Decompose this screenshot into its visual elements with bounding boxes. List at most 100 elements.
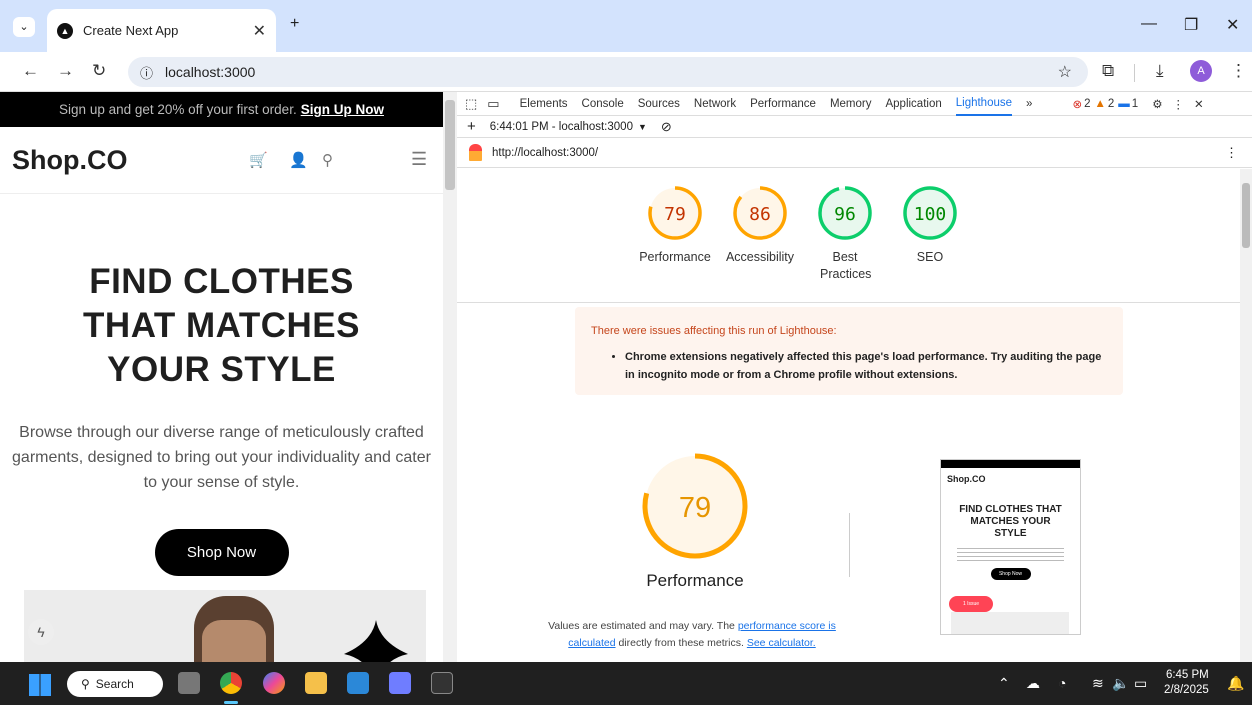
file-explorer-icon[interactable] [305,672,327,694]
hero-line-1: FIND CLOTHES [89,262,354,301]
devtools-scrollbar-thumb[interactable] [1242,183,1250,248]
page-scrollbar[interactable] [443,92,457,662]
inspect-element-icon[interactable]: ⬚ [465,96,477,112]
report-selector[interactable]: 6:44:01 PM - localhost:3000 [490,121,633,133]
device-toolbar-icon[interactable]: ▭ [487,96,499,112]
devtools-tab-bar: ⬚ ▭ Elements Console Sources Network Per… [457,92,1252,116]
tab-performance[interactable]: Performance [750,98,816,110]
webpage-viewport: Sign up and get 20% off your first order… [0,92,443,662]
report-url: http://localhost:3000/ [492,146,599,159]
back-button[interactable]: ← [22,61,39,81]
show-hidden-icons[interactable]: ⌃ [998,675,1010,692]
site-info-icon[interactable]: ⓘ [140,63,153,82]
microsoft-store-icon[interactable] [347,672,369,694]
bookmark-star-icon[interactable]: ☆ [1058,62,1072,82]
error-count: 2 [1084,97,1091,110]
forward-button[interactable]: → [57,61,74,81]
widget-icon[interactable]: ◔ [1058,675,1066,691]
tab-memory[interactable]: Memory [830,98,872,110]
score-label: SEO [916,250,944,264]
hero-line-2: THAT MATCHES [83,306,360,345]
tab-lighthouse[interactable]: Lighthouse [955,92,1013,116]
performance-big-gauge-ring: 79 [642,453,748,559]
tab-search-button[interactable]: ⌄ [13,17,35,37]
performance-note: Values are estimated and may vary. The p… [542,618,842,652]
reload-button[interactable]: ↻ [92,61,106,81]
copilot-icon[interactable] [263,672,285,694]
extensions-icon[interactable]: ⧉ [1102,61,1114,81]
thumb-logo: Shop.CO [947,474,986,484]
user-icon[interactable]: 👤 [289,151,308,169]
task-view-icon[interactable] [178,672,200,694]
new-report-icon[interactable]: + [467,118,476,135]
profile-avatar[interactable]: A [1190,60,1212,82]
taskbar-search-label: Search [95,677,134,691]
address-bar[interactable]: ⓘ localhost:3000 ☆ [128,57,1088,87]
terminal-icon[interactable] [431,672,453,694]
battery-icon[interactable]: ▭ [1134,675,1147,692]
browser-tab[interactable]: ▲ Create Next App ✕ [47,9,276,52]
notification-bell-icon[interactable]: 🔔 [1227,675,1244,692]
shop-now-button[interactable]: Shop Now [154,529,289,576]
perf-note-1: Values are estimated and may vary. The [548,620,735,632]
downloads-icon[interactable]: ⤓ [1156,61,1164,81]
tab-elements[interactable]: Elements [520,98,568,110]
tab-console[interactable]: Console [582,98,624,110]
clock[interactable]: 6:45 PM 2/8/2025 [1164,668,1209,698]
dropdown-arrow-icon[interactable]: ▼ [638,122,647,132]
devtools-scrollbar[interactable] [1240,169,1252,662]
minimize-button[interactable]: — [1141,15,1157,33]
windows-start-icon[interactable] [29,674,51,696]
promo-signup-link[interactable]: Sign Up Now [301,102,384,117]
search-icon[interactable]: ⚲ [322,151,333,169]
page-scrollbar-thumb[interactable] [445,100,455,190]
score-label: Accessibility [725,250,795,264]
score-gauge[interactable]: 86 Accessibility [715,184,805,266]
report-url-bar: http://localhost:3000/ ⋮ [457,138,1252,168]
hero-description: Browse through our diverse range of meti… [12,424,431,491]
score-gauge-ring: 79 [648,186,702,240]
chrome-icon[interactable] [220,672,242,694]
hamburger-menu-icon[interactable]: ☰ [411,149,427,170]
menu-kebab-icon[interactable]: ⋮ [1230,61,1247,81]
warning-heading: There were issues affecting this run of … [591,325,837,337]
restore-button[interactable]: ❐ [1184,15,1198,35]
score-gauge[interactable]: 100 SEO [885,184,975,266]
wifi-icon[interactable]: ≋ [1092,675,1104,692]
report-menu-icon[interactable]: ⋮ [1225,145,1238,161]
hero-heading: FIND CLOTHES THAT MATCHES YOUR STYLE [0,260,443,392]
score-gauge-ring: 100 [903,186,957,240]
tab-network[interactable]: Network [694,98,736,110]
more-tabs-icon[interactable]: » [1026,98,1032,110]
volume-icon[interactable]: 🔈 [1112,675,1129,692]
close-devtools-icon[interactable]: ✕ [1194,97,1204,111]
close-tab-icon[interactable]: ✕ [253,21,266,41]
nextjs-dev-indicator-icon[interactable]: ϟ [28,619,54,645]
message-icon[interactable]: ▬ [1118,98,1130,110]
message-count: 1 [1131,97,1139,110]
snipping-tool-icon[interactable] [389,672,411,694]
score-gauge[interactable]: 79 Performance [630,184,720,266]
tab-sources[interactable]: Sources [638,98,680,110]
devtools-menu-icon[interactable]: ⋮ [1173,97,1185,111]
cart-icon[interactable]: 🛒 [249,151,268,169]
new-tab-button[interactable]: + [290,15,299,33]
taskbar-search[interactable]: ⚲ Search [67,671,163,697]
thumb-promo-bar [941,460,1080,468]
warning-icon[interactable]: ▲ [1094,98,1105,110]
tab-application[interactable]: Application [885,98,941,110]
sparkle-decoration [344,620,408,662]
score-value: 100 [914,204,947,225]
close-window-button[interactable]: ✕ [1226,15,1239,35]
onedrive-icon[interactable]: ☁ [1026,675,1040,692]
site-logo[interactable]: Shop.CO [12,145,128,176]
error-icon[interactable]: ⊗ [1072,97,1082,111]
clear-reports-icon[interactable]: ⊘ [661,119,672,135]
hero-section: FIND CLOTHES THAT MATCHES YOUR STYLE Bro… [0,194,443,576]
model-face [202,620,266,662]
settings-gear-icon[interactable]: ⚙ [1152,97,1162,111]
see-calculator-link[interactable]: See calculator. [747,637,816,649]
score-gauge[interactable]: 96 Best Practices [800,184,890,283]
thumb-hero-image [951,612,1069,634]
lighthouse-logo-icon [469,144,482,161]
